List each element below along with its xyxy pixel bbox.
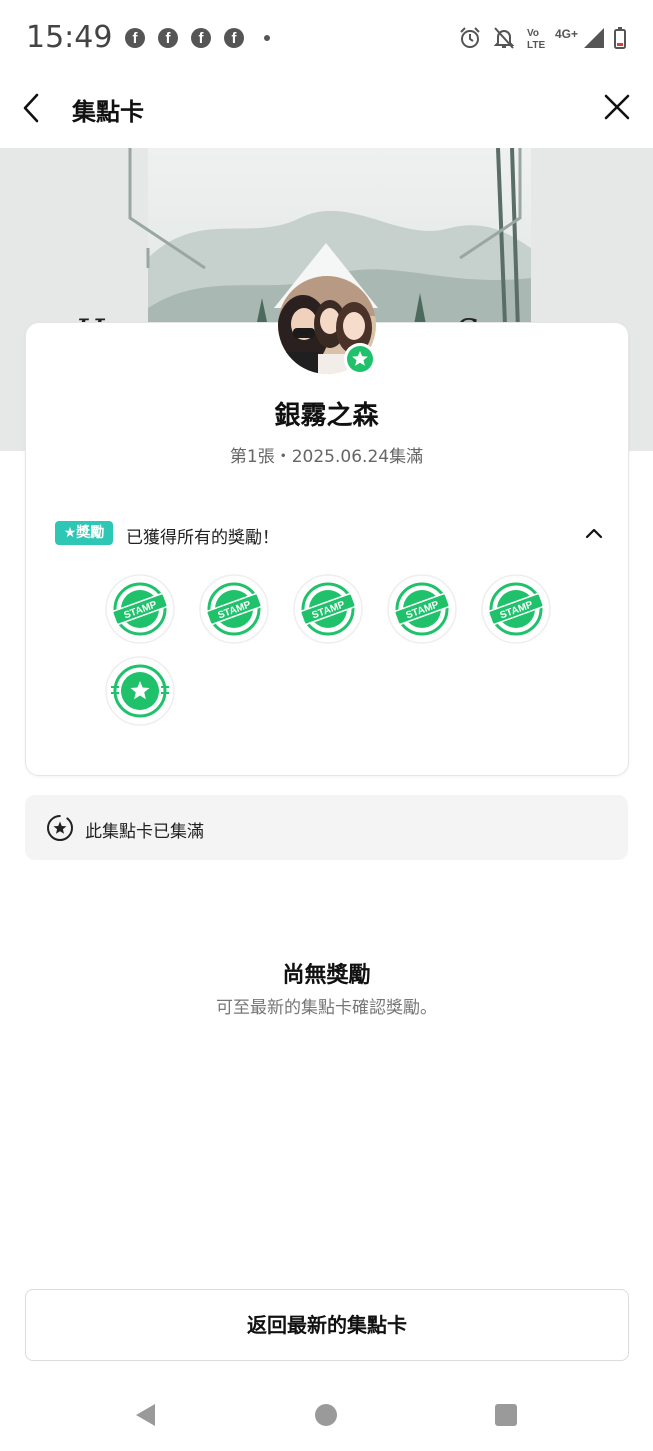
svg-text:4G+: 4G+	[555, 27, 578, 41]
chevron-up-icon[interactable]	[583, 523, 605, 543]
status-bar: 15:49 f f f f Vo LTE 4G+	[0, 0, 653, 76]
page-title: 集點卡	[72, 98, 144, 126]
facebook-icon: f	[224, 28, 244, 48]
return-latest-card-button[interactable]: 返回最新的集點卡	[25, 1289, 629, 1361]
card-subtitle: 第1張・2025.06.24集滿	[229, 447, 424, 467]
stamp-complete-icon	[47, 815, 73, 841]
app-bar: 集點卡	[0, 76, 653, 146]
card-full-notice: 此集點卡已集滿	[25, 795, 628, 860]
facebook-icon: f	[191, 28, 211, 48]
facebook-icon: f	[158, 28, 178, 48]
stamp-icon: STAMP	[105, 574, 175, 644]
empty-reward-title: 尚無獎勵	[282, 963, 371, 988]
status-time: 15:49	[26, 20, 113, 55]
mute-bell-icon	[493, 27, 515, 49]
stamp-star-icon	[105, 656, 175, 726]
chevron-left-icon[interactable]	[14, 90, 50, 126]
4g-plus-icon: 4G+	[555, 27, 578, 41]
signal-icon	[584, 28, 604, 48]
more-dot-icon	[264, 35, 270, 41]
stamp-icon: STAMP	[387, 574, 457, 644]
svg-text:LTE: LTE	[527, 40, 545, 51]
card-title: 銀霧之森	[274, 401, 379, 431]
stamp-icon: STAMP	[293, 574, 363, 644]
star-badge-icon	[344, 343, 376, 375]
close-icon[interactable]	[600, 90, 634, 124]
nav-back-icon[interactable]	[133, 1402, 157, 1428]
battery-icon	[614, 27, 626, 49]
alarm-icon	[460, 27, 480, 48]
card-full-text: 此集點卡已集滿	[85, 822, 204, 842]
empty-reward-subtitle: 可至最新的集點卡確認獎勵。	[216, 998, 437, 1018]
svg-text:Vo: Vo	[527, 28, 539, 39]
facebook-icon: f	[125, 28, 145, 48]
nav-home-icon[interactable]	[315, 1404, 337, 1426]
reward-status-text: 已獲得所有的獎勵！	[126, 528, 279, 548]
stamp-icon: STAMP	[481, 574, 551, 644]
stamp-icon: STAMP	[199, 574, 269, 644]
nav-recents-icon[interactable]	[495, 1404, 517, 1426]
reward-tag: ★獎勵	[55, 521, 113, 545]
volte-icon: Vo LTE	[527, 28, 545, 51]
system-nav-bar	[0, 1380, 653, 1451]
